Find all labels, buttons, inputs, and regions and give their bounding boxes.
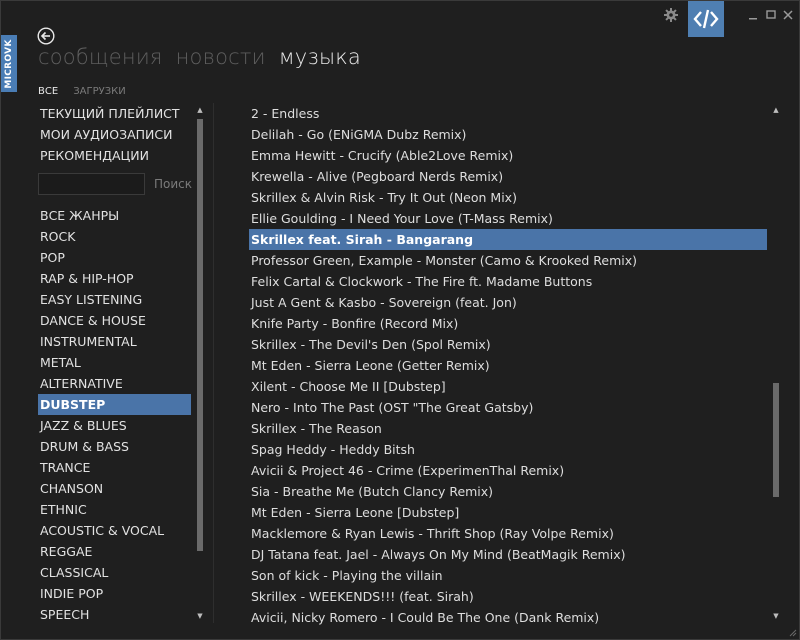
genre-item[interactable]: RAP & HIP-HOP [38, 268, 191, 289]
resize-grip-icon[interactable] [787, 627, 797, 637]
genre-item[interactable]: ETHNIC [38, 499, 191, 520]
track-row[interactable]: Skrillex - The Reason [249, 418, 767, 439]
track-row[interactable]: Ellie Goulding - I Need Your Love (T-Mas… [249, 208, 767, 229]
track-row[interactable]: Xilent - Choose Me II [Dubstep] [249, 376, 767, 397]
track-row[interactable]: Spag Heddy - Heddy Bitsh [249, 439, 767, 460]
track-row[interactable]: Macklemore & Ryan Lewis - Thrift Shop (R… [249, 523, 767, 544]
app-logo[interactable] [688, 1, 724, 37]
track-row[interactable]: Mt Eden - Sierra Leone [Dubstep] [249, 502, 767, 523]
scroll-up-icon[interactable]: ▲ [772, 105, 780, 115]
track-row[interactable]: Avicii & Project 46 - Crime (ExperimenTh… [249, 460, 767, 481]
track-row[interactable]: Avicii, Nicky Romero - I Could Be The On… [249, 607, 767, 628]
track-row[interactable]: Skrillex - The Devil's Den (Spol Remix) [249, 334, 767, 355]
search-label: Поиск [154, 177, 193, 191]
back-arrow-icon[interactable] [37, 27, 55, 45]
app-window: MICROVK сообщения новости музыка ВСЕ ЗАГ… [0, 0, 800, 640]
genre-item[interactable]: INSTRUMENTAL [38, 331, 191, 352]
genre-scrollbar[interactable]: ▲ ▼ [196, 103, 204, 623]
genre-item[interactable]: INDIE POP [38, 583, 191, 604]
track-row[interactable]: Son of kick - Playing the villain [249, 565, 767, 586]
close-button[interactable] [782, 9, 794, 21]
genre-item[interactable]: POP [38, 247, 191, 268]
tab-music[interactable]: музыка [279, 45, 361, 69]
genre-item[interactable]: ALTERNATIVE [38, 373, 191, 394]
genre-item[interactable]: ВСЕ ЖАНРЫ [38, 205, 191, 226]
track-row[interactable]: Skrillex - WEEKENDS!!! (feat. Sirah) [249, 586, 767, 607]
scroll-thumb[interactable] [773, 383, 779, 497]
track-row[interactable]: Professor Green, Example - Monster (Camo… [249, 250, 767, 271]
track-row[interactable]: Skrillex & Alvin Risk - Try It Out (Neon… [249, 187, 767, 208]
maximize-button[interactable] [765, 9, 777, 21]
genre-item[interactable]: JAZZ & BLUES [38, 415, 191, 436]
track-row[interactable]: Nero - Into The Past (OST "The Great Gat… [249, 397, 767, 418]
track-row[interactable]: Felix Cartal & Clockwork - The Fire ft. … [249, 271, 767, 292]
genre-item[interactable]: EASY LISTENING [38, 289, 191, 310]
sub-tab-downloads[interactable]: ЗАГРУЗКИ [73, 86, 125, 97]
track-row[interactable]: Sia - Breathe Me (Butch Clancy Remix) [249, 481, 767, 502]
main-nav: сообщения новости музыка [38, 45, 369, 69]
code-brackets-icon [693, 9, 719, 29]
track-row[interactable]: 2 - Endless [249, 103, 767, 124]
genre-item[interactable]: DRUM & BASS [38, 436, 191, 457]
panel-divider [213, 103, 214, 623]
track-row[interactable]: DJ Tatana feat. Jael - Always On My Mind… [249, 544, 767, 565]
genre-item[interactable]: REGGAE [38, 541, 191, 562]
track-row[interactable]: Skrillex feat. Sirah - Bangarang [249, 229, 767, 250]
scroll-down-icon[interactable]: ▼ [772, 611, 780, 621]
track-row[interactable]: Krewella - Alive (Pegboard Nerds Remix) [249, 166, 767, 187]
gear-icon[interactable] [663, 7, 679, 23]
scroll-up-icon[interactable]: ▲ [196, 105, 204, 115]
minimize-button[interactable] [747, 9, 759, 21]
menu-item-current-playlist[interactable]: ТЕКУЩИЙ ПЛЕЙЛИСТ [38, 103, 191, 124]
menu-item-recommendations[interactable]: РЕКОМЕНДАЦИИ [38, 145, 191, 166]
genre-item[interactable]: ROCK [38, 226, 191, 247]
genre-item[interactable]: ACOUSTIC & VOCAL [38, 520, 191, 541]
track-row[interactable]: Knife Party - Bonfire (Record Mix) [249, 313, 767, 334]
genre-item[interactable]: CLASSICAL [38, 562, 191, 583]
genre-item[interactable]: METAL [38, 352, 191, 373]
genre-item[interactable]: DUBSTEP [38, 394, 191, 415]
side-tab-microvk[interactable]: MICROVK [1, 35, 17, 92]
tab-messages[interactable]: сообщения [38, 45, 163, 69]
genre-list: ВСЕ ЖАНРЫ ROCK POP RAP & HIP-HOP EASY LISTEN… [38, 205, 191, 625]
sub-tab-all[interactable]: ВСЕ [38, 86, 58, 97]
track-row[interactable]: Emma Hewitt - Crucify (Able2Love Remix) [249, 145, 767, 166]
search-input[interactable] [38, 173, 145, 195]
menu-item-my-audio[interactable]: МОИ АУДИОЗАПИСИ [38, 124, 191, 145]
genre-item[interactable]: DANCE & HOUSE [38, 310, 191, 331]
track-row[interactable]: Just A Gent & Kasbo - Sovereign (feat. J… [249, 292, 767, 313]
scroll-down-icon[interactable]: ▼ [196, 611, 204, 621]
genre-item[interactable]: TRANCE [38, 457, 191, 478]
track-row[interactable]: Mt Eden - Sierra Leone (Getter Remix) [249, 355, 767, 376]
playlist-menu: ТЕКУЩИЙ ПЛЕЙЛИСТ МОИ АУДИОЗАПИСИ РЕКОМЕН… [38, 103, 191, 166]
scroll-thumb[interactable] [197, 119, 203, 551]
music-sub-tabs: ВСЕ ЗАГРУЗКИ [38, 79, 136, 98]
track-scrollbar[interactable]: ▲ ▼ [772, 103, 780, 623]
genre-item[interactable]: CHANSON [38, 478, 191, 499]
track-list: 2 - Endless Delilah - Go (ENiGMA Dubz Rem… [249, 103, 767, 628]
side-tab-label: MICROVK [4, 38, 14, 89]
tab-news[interactable]: новости [176, 45, 266, 69]
track-row[interactable]: Delilah - Go (ENiGMA Dubz Remix) [249, 124, 767, 145]
genre-item[interactable]: SPEECH [38, 604, 191, 625]
